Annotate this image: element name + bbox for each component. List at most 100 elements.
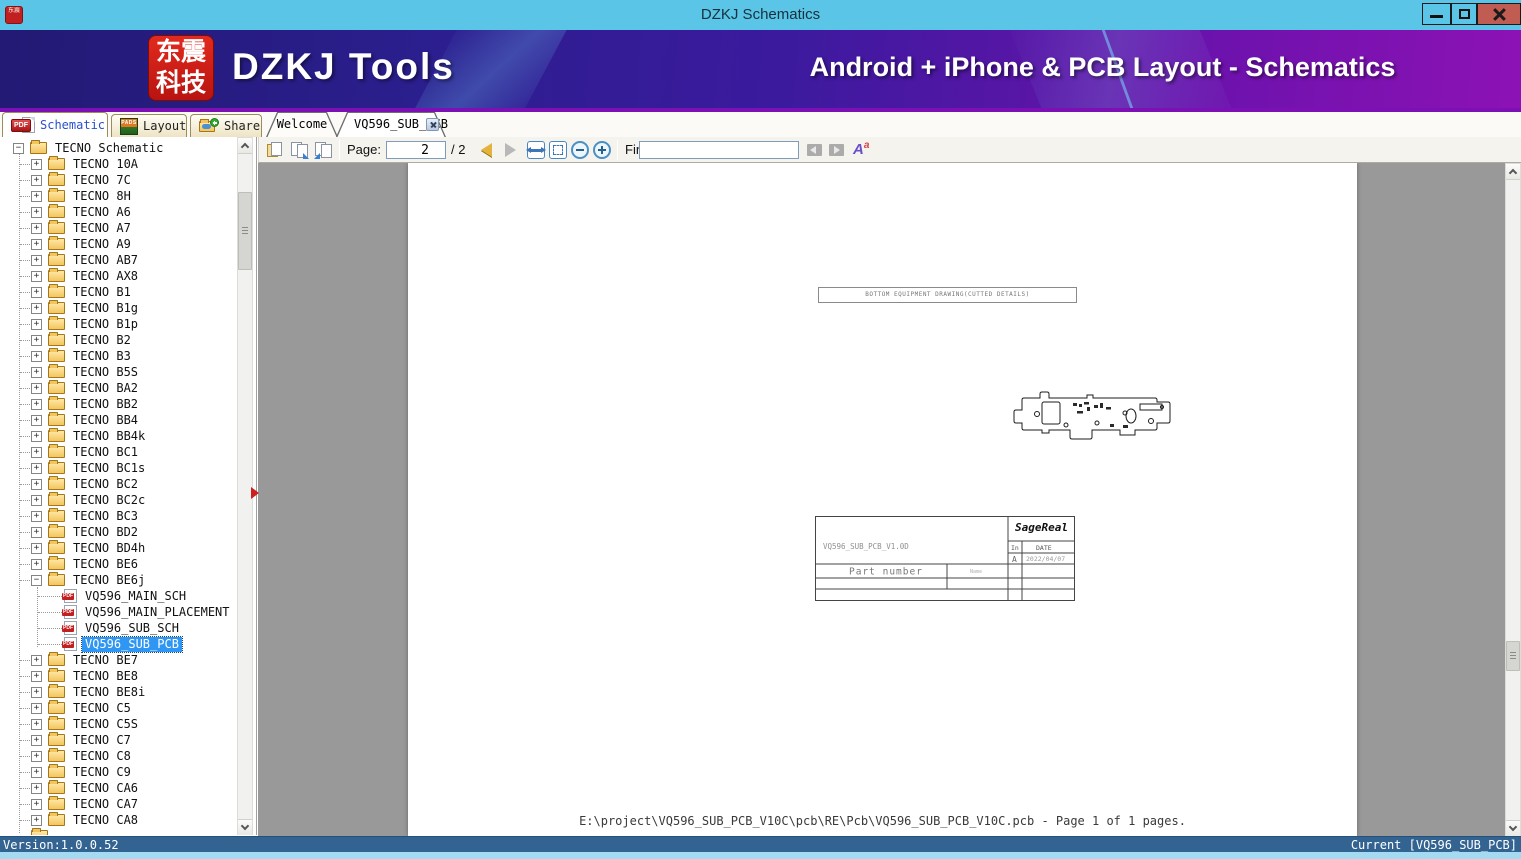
scroll-down-button[interactable] xyxy=(238,819,252,835)
expand-expander-icon[interactable]: + xyxy=(31,254,42,266)
document-viewer[interactable]: BOTTOM EQUIPMENT DRAWING(CUTTED DETAILS) xyxy=(258,163,1521,836)
tree-item-label[interactable]: TECNO A7 xyxy=(70,221,134,236)
expand-expander-icon[interactable]: + xyxy=(31,174,42,186)
tree-item-folder[interactable]: + TECNO BA2 xyxy=(0,380,236,396)
tree-item-label[interactable]: TECNO BC3 xyxy=(70,509,141,524)
close-button[interactable] xyxy=(1477,3,1521,25)
expand-expander-icon[interactable]: + xyxy=(31,670,42,682)
tree-item-folder[interactable]: + TECNO CA8 xyxy=(0,812,236,828)
expand-expander-icon[interactable]: + xyxy=(31,814,42,826)
tree-item-folder[interactable]: + TECNO A7 xyxy=(0,220,236,236)
scrollbar-thumb[interactable] xyxy=(1506,641,1520,671)
tree-item-folder[interactable]: + TECNO BE8i xyxy=(0,684,236,700)
tree-item-pdf[interactable]: PDF VQ596_SUB_PCB xyxy=(0,635,236,653)
previous-page-button[interactable] xyxy=(481,143,492,157)
tree-item-folder[interactable]: + TECNO 7C xyxy=(0,172,236,188)
tree-item-folder[interactable]: + TECNO BB4k xyxy=(0,428,236,444)
tree-item-folder[interactable]: + TECNO C8 xyxy=(0,748,236,764)
tab-share[interactable]: Share xyxy=(190,114,262,137)
expand-expander-icon[interactable]: + xyxy=(31,654,42,666)
tree-item-label[interactable]: TECNO C5 xyxy=(70,701,134,716)
tree-item-label[interactable]: TECNO C8 xyxy=(70,749,134,764)
tree-item-label[interactable]: TECNO CA6 xyxy=(70,781,141,796)
fit-page-button[interactable] xyxy=(549,141,567,159)
tree-item-label[interactable]: TECNO B5S xyxy=(70,365,141,380)
tree-item-label[interactable]: TECNO BD4h xyxy=(70,541,148,556)
tree-item-label[interactable]: TECNO BC2 xyxy=(70,477,141,492)
tree-item-folder[interactable]: + TECNO C7 xyxy=(0,732,236,748)
tree-item-folder[interactable]: + TECNO BB2 xyxy=(0,396,236,412)
tree-item-label[interactable]: TECNO BC2c xyxy=(70,493,148,508)
tree-item-pdf[interactable]: PDF VQ596_SUB_SCH xyxy=(0,620,236,636)
tree-item-folder[interactable]: − TECNO BE6j xyxy=(0,572,236,588)
expand-expander-icon[interactable]: + xyxy=(31,382,42,394)
expand-expander-icon[interactable]: + xyxy=(31,462,42,474)
tree-item-folder[interactable]: + TECNO BC1 xyxy=(0,444,236,460)
tree-item-label[interactable]: TECNO A6 xyxy=(70,205,134,220)
tree-item-label[interactable]: TECNO 7C xyxy=(70,173,134,188)
tree-item-label[interactable]: VQ596_MAIN_SCH xyxy=(82,589,189,604)
find-previous-button[interactable] xyxy=(807,144,822,156)
expand-expander-icon[interactable]: + xyxy=(31,334,42,346)
tree-item-label[interactable]: TECNO BE8 xyxy=(70,669,141,684)
tree-item-label[interactable]: TECNO B3 xyxy=(70,349,134,364)
tree-item-folder[interactable]: + TECNO BE8 xyxy=(0,668,236,684)
single-page-view-button[interactable] xyxy=(267,142,284,159)
tree-item-label[interactable]: TECNO C7 xyxy=(70,733,134,748)
tree-item-label[interactable]: TECNO CA8 xyxy=(70,813,141,828)
collapse-expander-icon[interactable]: − xyxy=(31,574,42,586)
expand-expander-icon[interactable]: + xyxy=(31,206,42,218)
expand-expander-icon[interactable]: + xyxy=(31,398,42,410)
expand-expander-icon[interactable]: + xyxy=(31,718,42,730)
expand-expander-icon[interactable]: + xyxy=(31,766,42,778)
tree-item-label[interactable]: TECNO 8H xyxy=(70,189,134,204)
tree-item-label[interactable]: TECNO BB4k xyxy=(70,429,148,444)
splitter-collapse-arrow[interactable] xyxy=(251,487,259,499)
tree-item-folder[interactable]: + TECNO A6 xyxy=(0,204,236,220)
tree-item-label[interactable]: TECNO CA7 xyxy=(70,797,141,812)
tree-item-label[interactable]: TECNO B1p xyxy=(70,317,141,332)
tree-item-folder[interactable]: + TECNO BB4 xyxy=(0,412,236,428)
expand-expander-icon[interactable]: + xyxy=(31,542,42,554)
expand-expander-icon[interactable]: + xyxy=(31,302,42,314)
tree-item-label[interactable]: TECNO BE6 xyxy=(70,557,141,572)
zoom-out-button[interactable] xyxy=(571,141,589,159)
tree-item-folder[interactable]: + TECNO BD4h xyxy=(0,540,236,556)
tree-item-folder[interactable] xyxy=(0,828,236,835)
expand-expander-icon[interactable]: + xyxy=(31,270,42,282)
tree-item-pdf[interactable]: PDF VQ596_MAIN_SCH xyxy=(0,588,236,604)
tree-item-folder[interactable]: + TECNO B1g xyxy=(0,300,236,316)
tree-item-folder[interactable]: + TECNO BC1s xyxy=(0,460,236,476)
expand-expander-icon[interactable]: + xyxy=(31,558,42,570)
page-number-input[interactable] xyxy=(386,141,446,159)
tree-item-label[interactable]: TECNO AX8 xyxy=(70,269,141,284)
expand-expander-icon[interactable]: + xyxy=(31,686,42,698)
tree-item-label[interactable]: TECNO BB4 xyxy=(70,413,141,428)
expand-expander-icon[interactable]: + xyxy=(31,238,42,250)
tree-item-folder[interactable]: + TECNO BC2 xyxy=(0,476,236,492)
scroll-up-button[interactable] xyxy=(1506,164,1520,180)
doc-tab-vq596-sub-pcb[interactable]: VQ596_SUB_PCB xyxy=(336,112,448,137)
expand-expander-icon[interactable]: + xyxy=(31,782,42,794)
tree-item-folder[interactable]: + TECNO B1p xyxy=(0,316,236,332)
expand-expander-icon[interactable]: + xyxy=(31,734,42,746)
expand-expander-icon[interactable]: + xyxy=(31,494,42,506)
tree-item-pdf[interactable]: PDF VQ596_MAIN_PLACEMENT xyxy=(0,604,236,620)
scrollbar-thumb[interactable] xyxy=(238,192,252,270)
tree-item-folder[interactable]: + TECNO BE7 xyxy=(0,652,236,668)
scroll-down-button[interactable] xyxy=(1506,820,1520,836)
expand-expander-icon[interactable]: + xyxy=(31,478,42,490)
expand-expander-icon[interactable]: + xyxy=(31,526,42,538)
tree-item-label[interactable]: TECNO BB2 xyxy=(70,397,141,412)
tree-item-folder[interactable]: + TECNO C5S xyxy=(0,716,236,732)
tree-item-folder[interactable]: + TECNO A9 xyxy=(0,236,236,252)
tree-item-folder[interactable]: + TECNO BD2 xyxy=(0,524,236,540)
tree-item-folder[interactable]: + TECNO CA6 xyxy=(0,780,236,796)
tree-item-folder[interactable]: + TECNO B2 xyxy=(0,332,236,348)
expand-expander-icon[interactable]: + xyxy=(31,702,42,714)
rotate-clockwise-button[interactable] xyxy=(291,142,309,159)
expand-expander-icon[interactable]: + xyxy=(31,446,42,458)
expand-expander-icon[interactable]: + xyxy=(31,222,42,234)
rotate-counterclockwise-button[interactable] xyxy=(314,142,332,159)
tree-item-folder[interactable]: − TECNO Schematic xyxy=(0,140,236,156)
